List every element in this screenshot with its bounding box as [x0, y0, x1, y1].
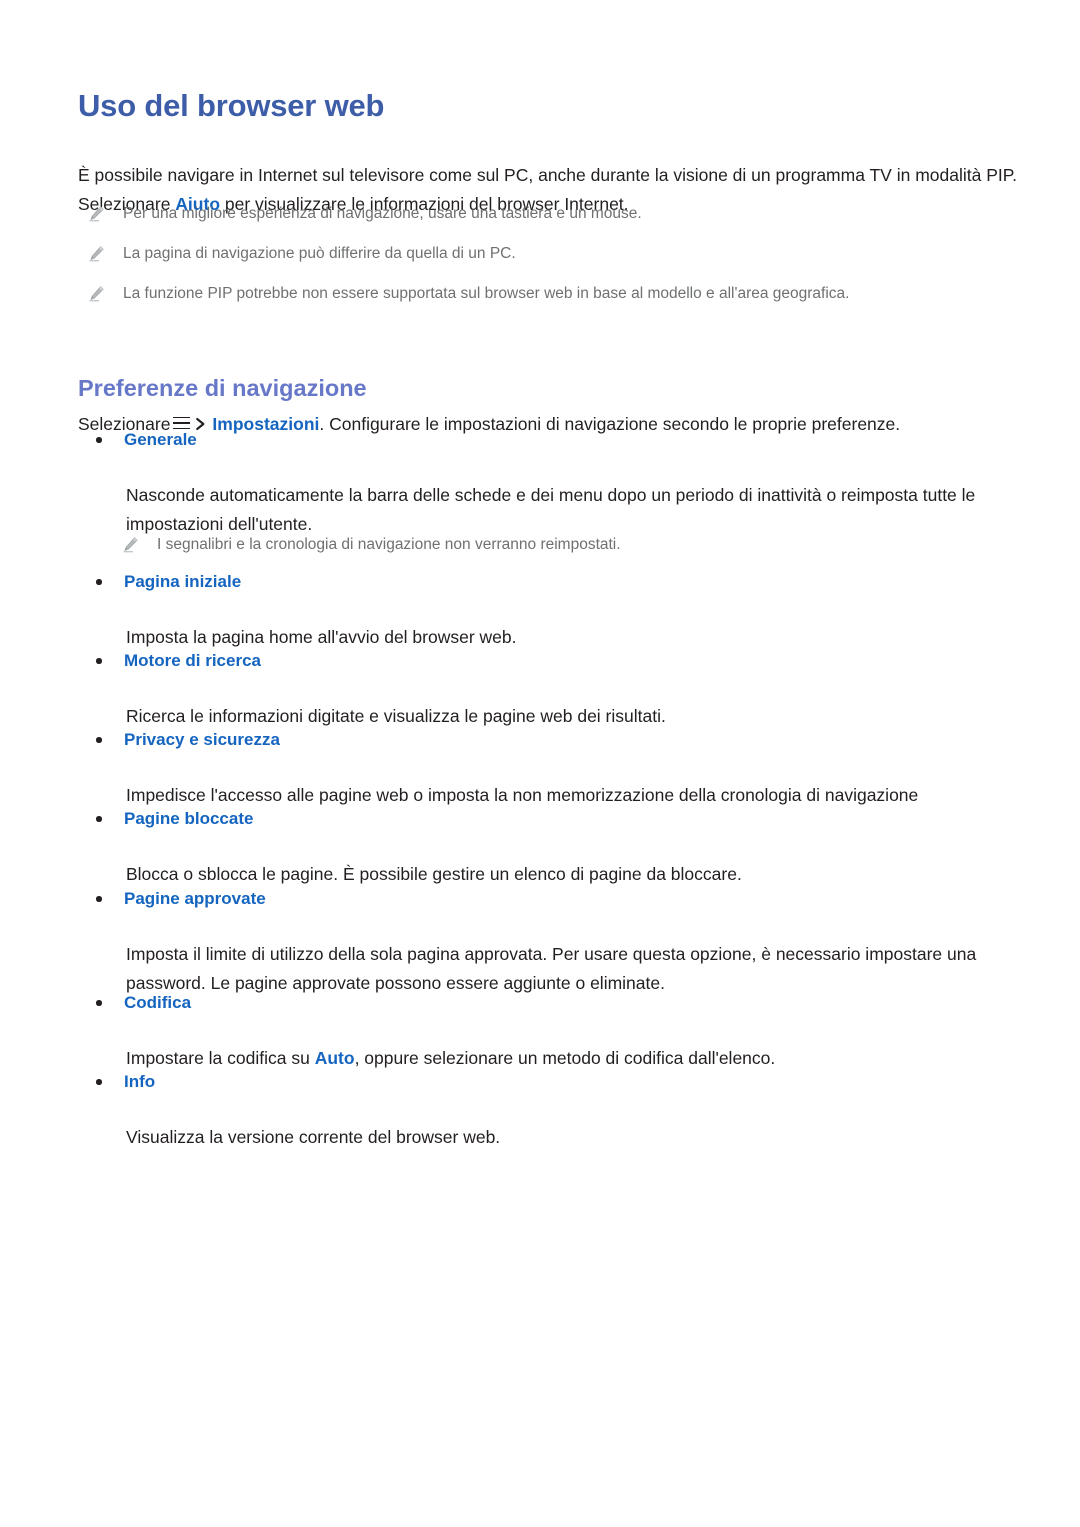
note-item: Per una migliore esperienza di navigazio… — [88, 203, 988, 225]
list-item-pagina-iniziale: Pagina iniziale — [96, 570, 241, 593]
item-label: Codifica — [124, 993, 192, 1012]
note-text: I segnalibri e la cronologia di navigazi… — [157, 536, 621, 553]
note-item: La funzione PIP potrebbe non essere supp… — [88, 283, 1028, 305]
item-label: Pagine bloccate — [124, 809, 254, 828]
page-title: Uso del browser web — [78, 87, 385, 123]
pencil-note-icon — [88, 285, 105, 302]
item-body-info: Visualizza la versione corrente del brow… — [126, 1126, 501, 1147]
bullet-dot-icon — [96, 658, 102, 664]
bullet-dot-icon — [96, 579, 102, 585]
bullet-dot-icon — [96, 1079, 102, 1085]
document-page: Uso del browser web È possibile navigare… — [0, 0, 1080, 1527]
keyword-impostazioni: Impostazioni — [212, 413, 320, 434]
item-label: Privacy e sicurezza — [124, 730, 280, 749]
pencil-note-icon — [88, 245, 105, 262]
section-heading: Preferenze di navigazione — [78, 374, 367, 401]
item-label: Pagine approvate — [124, 889, 266, 908]
list-item-privacy-e-sicurezza: Privacy e sicurezza — [96, 728, 280, 751]
item-body-pagina-iniziale: Imposta la pagina home all'avvio del bro… — [126, 626, 517, 647]
list-item-codifica: Codifica — [96, 991, 191, 1014]
bullet-dot-icon — [96, 816, 102, 822]
pencil-note-icon — [122, 536, 139, 553]
item-body-motore-di-ricerca: Ricerca le informazioni digitate e visua… — [126, 705, 666, 726]
codifica-text-part2: , oppure selezionare un metodo di codifi… — [354, 1047, 776, 1068]
list-item-pagine-bloccate: Pagine bloccate — [96, 807, 253, 830]
lead-text-part2: . Configurare le impostazioni di navigaz… — [319, 413, 901, 434]
item-label: Generale — [124, 430, 197, 449]
list-item-info: Info — [96, 1070, 155, 1093]
note-item: I segnalibri e la cronologia di navigazi… — [122, 534, 982, 556]
bullet-dot-icon — [96, 437, 102, 443]
list-item-pagine-approvate: Pagine approvate — [96, 887, 266, 910]
note-item: La pagina di navigazione può differire d… — [88, 243, 988, 265]
section-lead: Selezionare Impostazioni. Configurare le … — [78, 410, 900, 438]
bullet-dot-icon — [96, 896, 102, 902]
list-item-generale: Generale — [96, 428, 197, 451]
bullet-dot-icon — [96, 1000, 102, 1006]
keyword-auto: Auto — [314, 1047, 355, 1068]
item-body-pagine-approvate: Imposta il limite di utilizzo della sola… — [126, 943, 977, 993]
item-body-privacy-e-sicurezza: Impedisce l'accesso alle pagine web o im… — [126, 784, 919, 805]
pencil-note-icon — [88, 205, 105, 222]
bullet-dot-icon — [96, 737, 102, 743]
note-text: La funzione PIP potrebbe non essere supp… — [123, 285, 850, 302]
note-text: Per una migliore esperienza di navigazio… — [123, 205, 642, 222]
item-label: Pagina iniziale — [124, 572, 242, 591]
item-label: Motore di ricerca — [124, 651, 261, 670]
codifica-text-part1: Impostare la codifica su — [126, 1047, 315, 1068]
chevron-right-icon — [195, 411, 207, 430]
item-body-pagine-bloccate: Blocca o sblocca le pagine. È possibile … — [126, 863, 742, 884]
list-item-motore-di-ricerca: Motore di ricerca — [96, 649, 261, 672]
item-label: Info — [124, 1072, 156, 1091]
item-body-generale: Nasconde automaticamente la barra delle … — [126, 484, 976, 534]
item-body-codifica: Impostare la codifica su Auto, oppure se… — [126, 1044, 1016, 1073]
note-text: La pagina di navigazione può differire d… — [123, 245, 516, 262]
